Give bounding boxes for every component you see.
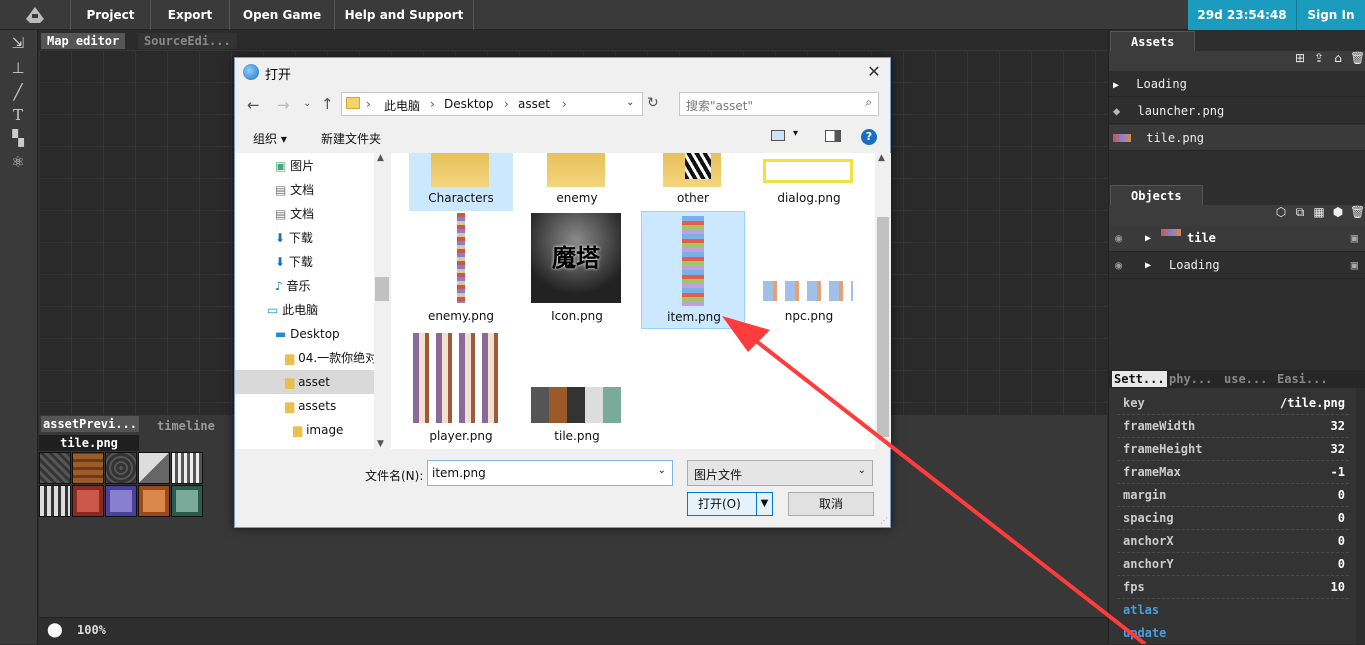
annotation-arrow: [722, 316, 1147, 644]
